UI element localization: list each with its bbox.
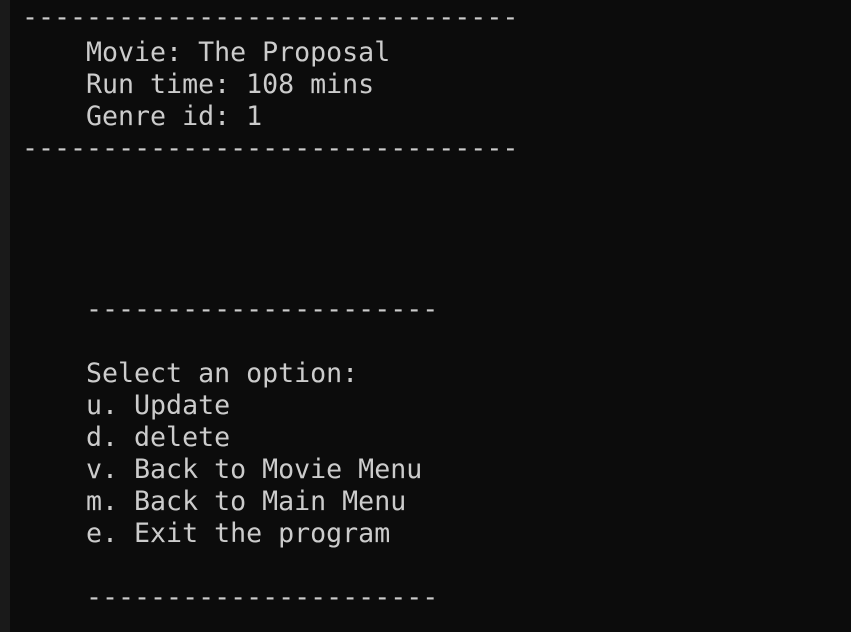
menu-option-delete: d. delete	[86, 422, 231, 453]
menu-top-rule: ----------------------	[86, 294, 439, 325]
menu-option-main-menu: m. Back to Main Menu	[86, 486, 407, 517]
console-output[interactable]: ------------------------------- Movie: T…	[10, 0, 851, 632]
movie-title-line: Movie: The Proposal	[86, 37, 391, 68]
menu-prompt: Select an option:	[86, 358, 359, 389]
details-top-rule: -------------------------------	[22, 2, 519, 33]
details-bottom-rule: -------------------------------	[22, 133, 519, 164]
movie-runtime-line: Run time: 108 mins	[86, 69, 375, 100]
menu-bottom-rule: ----------------------	[86, 582, 439, 613]
movie-genre-line: Genre id: 1	[86, 101, 263, 132]
menu-option-update: u. Update	[86, 390, 231, 421]
menu-option-exit: e. Exit the program	[86, 518, 391, 549]
menu-option-movie-menu: v. Back to Movie Menu	[86, 454, 423, 485]
terminal-window: ------------------------------- Movie: T…	[0, 0, 851, 632]
